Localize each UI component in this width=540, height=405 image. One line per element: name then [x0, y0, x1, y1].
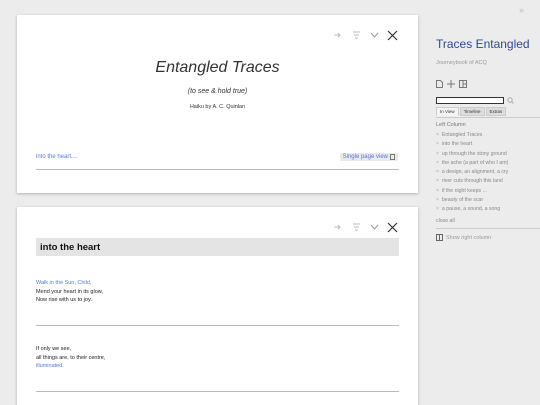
list-item[interactable]: × a pause, a sound, a song [436, 205, 508, 214]
divider [36, 391, 399, 392]
scroll-top-icon[interactable] [350, 29, 362, 41]
poem-stanza: Walk in the Sun, Child, Mend your heart … [36, 279, 103, 305]
chevron-down-icon[interactable] [368, 221, 380, 233]
collapse-sidebar-icon[interactable]: » [519, 5, 524, 15]
poem-line-link[interactable]: illuminated. [36, 362, 105, 371]
author-byline: Haiku by A. C. Quinlan [189, 104, 246, 110]
poem-line: If only we see, [36, 346, 72, 352]
permalink-arrow-icon[interactable] [332, 221, 344, 233]
search-icon[interactable] [507, 91, 514, 109]
divider [436, 117, 540, 118]
sidebar-tabs: In View Timeline Extras [436, 107, 507, 116]
poem-stanza: If only we see, all things are, to their… [36, 345, 105, 371]
list-item[interactable]: × beauty of the scar [436, 196, 508, 205]
section-label: Left Column [436, 122, 466, 128]
site-subtitle: Journeybook of ACQ [436, 60, 487, 66]
list-item[interactable]: × river cuts through this land [436, 177, 508, 186]
divider [36, 169, 399, 170]
tiddler-controls [332, 29, 398, 41]
tab-in-view[interactable]: In View [436, 107, 459, 116]
sidebar: » Traces Entangled Journeybook of ACQ In… [427, 0, 540, 405]
site-title: Traces Entangled [436, 37, 530, 51]
close-icon[interactable]: × [436, 168, 439, 177]
close-icon[interactable]: × [436, 196, 439, 205]
next-tiddler-link[interactable]: into the heart.... [36, 154, 78, 160]
tiddler-controls [332, 221, 398, 233]
close-all-link[interactable]: close all [436, 218, 455, 224]
list-item[interactable]: × the ache (a part of who I am) [436, 159, 508, 168]
list-item[interactable]: × Entangled Traces [436, 131, 508, 140]
document-icon [390, 154, 395, 160]
list-item[interactable]: × into the heart [436, 140, 508, 149]
single-page-view-label: Single page view [342, 154, 388, 160]
column-split-icon [436, 234, 443, 241]
close-icon[interactable]: × [436, 150, 439, 159]
tiddler-title: Entangled Traces [155, 59, 280, 76]
list-item[interactable]: × a design, an alignment, a cry [436, 168, 508, 177]
tab-extras[interactable]: Extras [485, 107, 507, 116]
divider [436, 228, 540, 229]
close-icon[interactable]: × [436, 205, 439, 214]
poem-line: all things are, to their centre, [36, 354, 106, 361]
show-right-column-button[interactable]: Show right column [436, 234, 491, 241]
close-icon[interactable] [386, 29, 398, 41]
close-icon[interactable]: × [436, 159, 439, 168]
close-icon[interactable]: × [436, 131, 439, 140]
story-river: Entangled Traces (to see & hold true) Ha… [0, 0, 427, 405]
search-input[interactable] [436, 96, 504, 104]
permalink-arrow-icon[interactable] [332, 29, 344, 41]
close-icon[interactable]: × [436, 177, 439, 186]
show-right-column-label: Show right column [446, 234, 492, 241]
tiddler-heading: into the heart [36, 238, 399, 256]
poem-line: Mend your heart in its glow, [36, 288, 103, 295]
list-item[interactable]: × if the night keeps ... [436, 187, 508, 196]
poem-line-link[interactable]: Walk in the Sun, Child, [36, 279, 103, 288]
open-tiddlers-list: × Entangled Traces × into the heart × up th… [436, 131, 508, 215]
divider [36, 325, 399, 326]
poem-line: Now rise with us to joy. [36, 297, 92, 303]
close-icon[interactable]: × [436, 140, 439, 149]
scroll-top-icon[interactable] [350, 221, 362, 233]
single-page-view-button[interactable]: Single page view [339, 153, 398, 161]
list-item[interactable]: × up through the stony ground [436, 150, 508, 159]
close-icon[interactable]: × [436, 187, 439, 196]
chevron-down-icon[interactable] [368, 29, 380, 41]
tiddler-into-the-heart: into the heart Walk in the Sun, Child, M… [17, 207, 418, 405]
tab-timeline[interactable]: Timeline [459, 107, 485, 116]
tiddler-entangled-traces: Entangled Traces (to see & hold true) Ha… [17, 15, 418, 193]
close-icon[interactable] [386, 221, 398, 233]
tiddler-subtitle: (to see & hold true) [187, 88, 248, 95]
